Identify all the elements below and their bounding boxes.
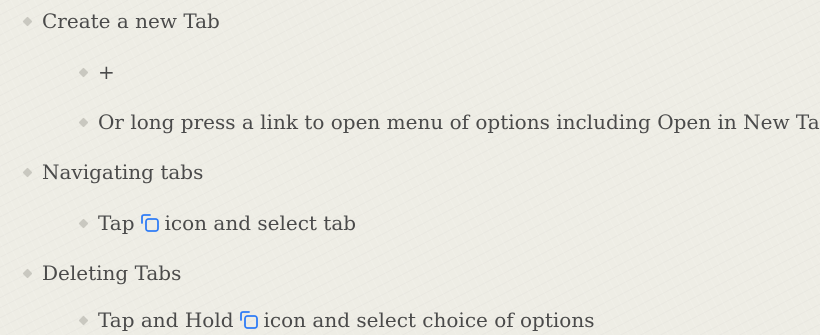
list-item-deleting-tabs: Deleting Tabs: [0, 258, 181, 288]
list-item-navigating-tabs: Navigating tabs: [0, 157, 203, 187]
tabs-icon[interactable]: [238, 309, 260, 331]
diamond-bullet-icon: [78, 67, 89, 77]
list-item-label-post: icon and select tab: [164, 211, 357, 235]
list-item-tap-hold: Tap and Hold icon and select choice of o…: [0, 305, 594, 335]
list-item-label-post: icon and select choice of options: [263, 308, 595, 332]
list-item-label: Create a new Tab: [42, 9, 220, 33]
list-item-plus: +: [0, 57, 115, 87]
list-item-label: Navigating tabs: [42, 160, 204, 184]
list-item-long-press: Or long press a link to open menu of opt…: [0, 107, 820, 137]
tabs-icon[interactable]: [139, 212, 161, 234]
list-item-label: Deleting Tabs: [42, 261, 182, 285]
list-item-create-new-tab: Create a new Tab: [0, 6, 220, 36]
list-item-label: Or long press a link to open menu of opt…: [98, 110, 820, 134]
list-item-label-pre: Tap: [98, 211, 135, 235]
diamond-bullet-icon: [78, 218, 89, 228]
diamond-bullet-icon: [78, 315, 89, 325]
list-item-label: +: [98, 60, 115, 84]
list-item-tap-tab: Tap icon and select tab: [0, 208, 356, 238]
diamond-bullet-icon: [22, 16, 33, 26]
diamond-bullet-icon: [22, 268, 33, 278]
list-item-label-pre: Tap and Hold: [98, 308, 234, 332]
diamond-bullet-icon: [22, 167, 33, 177]
diamond-bullet-icon: [78, 117, 89, 127]
